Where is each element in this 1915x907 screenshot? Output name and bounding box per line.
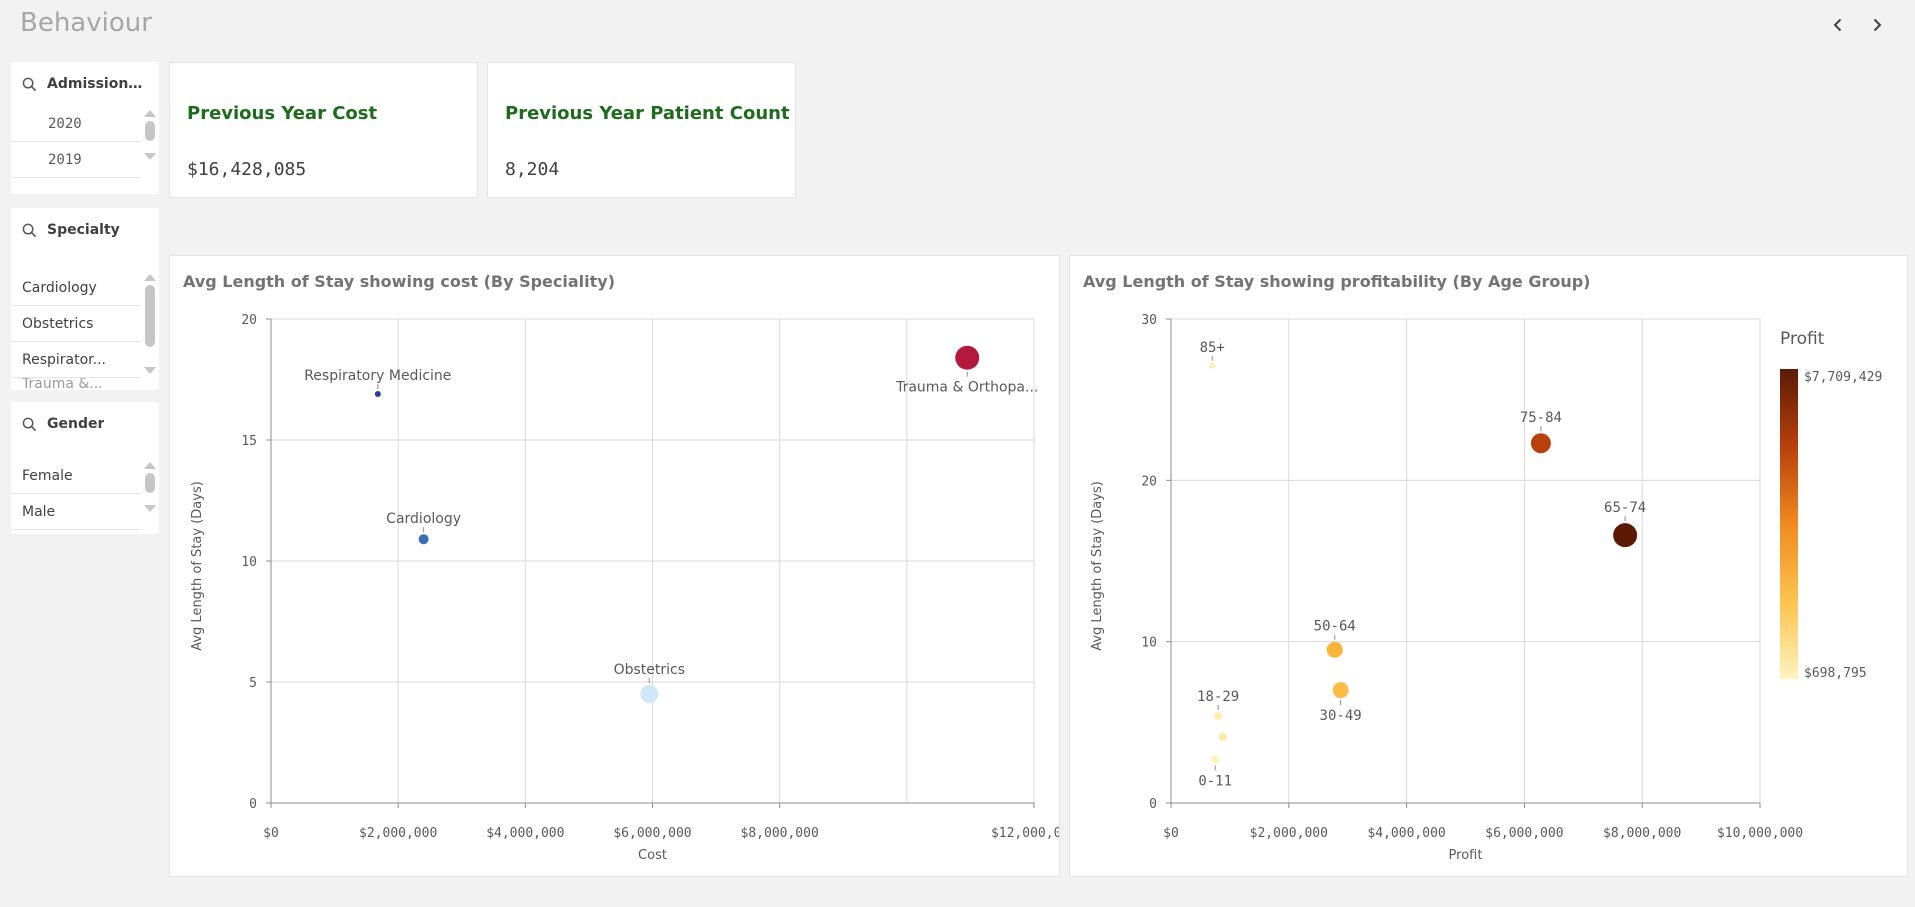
point-label: Respiratory Medicine xyxy=(304,368,451,384)
filter-option[interactable]: Obstetrics xyxy=(11,306,141,342)
legend-max-label: $7,709,429 xyxy=(1804,370,1882,385)
y-tick-label: 5 xyxy=(249,676,257,691)
point-label: Obstetrics xyxy=(614,662,685,678)
y-tick-label: 0 xyxy=(1149,797,1157,812)
filter-header[interactable]: Admission ... xyxy=(11,62,159,106)
y-tick-label: 20 xyxy=(1141,474,1157,489)
x-tick-label: $4,000,000 xyxy=(486,826,564,841)
point-label: 18-29 xyxy=(1197,689,1239,705)
filter-admission-year[interactable]: Admission ... 2020 2019 xyxy=(11,62,159,194)
x-tick-label: $0 xyxy=(1163,826,1179,841)
x-tick-label: $8,000,000 xyxy=(741,826,819,841)
next-sheet-button[interactable] xyxy=(1862,10,1892,40)
y-tick-label: 0 xyxy=(249,797,257,812)
data-point xyxy=(1530,433,1551,454)
scroll-up-icon[interactable] xyxy=(144,274,156,281)
y-tick-label: 10 xyxy=(241,555,257,570)
scroll-down-icon[interactable] xyxy=(144,153,156,160)
data-point xyxy=(374,391,381,398)
data-point xyxy=(640,685,659,704)
search-icon xyxy=(22,417,37,431)
filter-option[interactable]: Male xyxy=(11,494,141,530)
data-point xyxy=(418,534,429,545)
kpi-title: Previous Year Patient Count xyxy=(505,103,790,124)
point-label: 50-64 xyxy=(1314,619,1356,635)
point-label: 0-11 xyxy=(1198,773,1232,789)
search-icon xyxy=(22,77,37,91)
scroll-thumb[interactable] xyxy=(145,121,155,141)
scroll-up-icon[interactable] xyxy=(144,110,156,117)
data-point xyxy=(955,345,980,370)
x-tick-label: $0 xyxy=(263,826,279,841)
filter-option[interactable]: Female xyxy=(11,458,141,494)
search-icon xyxy=(22,223,37,237)
scatter-plot[interactable]: $0 $2,000,000 $4,000,000 $6,000,000 $8,000,0… xyxy=(1070,256,1907,876)
kpi-title: Previous Year Cost xyxy=(187,103,378,124)
data-point xyxy=(1613,523,1638,548)
point-label: 65-74 xyxy=(1604,500,1646,516)
point-label: 75-84 xyxy=(1520,410,1562,426)
data-point xyxy=(1211,755,1220,764)
kpi-previous-year-cost[interactable]: Previous Year Cost $16,428,085 xyxy=(169,62,478,198)
data-point xyxy=(1332,682,1349,699)
previous-sheet-button[interactable] xyxy=(1823,10,1853,40)
filter-label: Specialty xyxy=(47,222,120,238)
legend-color-bar xyxy=(1780,369,1798,679)
data-point xyxy=(1214,711,1223,720)
y-tick-label: 30 xyxy=(1141,313,1157,328)
filter-option[interactable]: 2019 xyxy=(11,142,141,178)
filter-label: Admission ... xyxy=(47,76,147,92)
legend-title: Profit xyxy=(1780,329,1825,349)
y-tick-label: 10 xyxy=(1141,636,1157,651)
chevron-left-icon xyxy=(1833,18,1842,32)
x-tick-label: $6,000,000 xyxy=(1485,826,1563,841)
x-tick-label: $2,000,000 xyxy=(1250,826,1328,841)
filter-specialty[interactable]: Specialty Cardiology Obstetrics Respirat… xyxy=(11,208,159,390)
x-tick-label: $12,000,000 xyxy=(991,826,1059,841)
scrollbar[interactable] xyxy=(144,270,156,378)
kpi-previous-year-patient-count[interactable]: Previous Year Patient Count 8,204 xyxy=(487,62,796,198)
scrollbar[interactable] xyxy=(144,458,156,516)
y-axis-title: Avg Length of Stay (Days) xyxy=(1090,481,1105,651)
filter-label: Gender xyxy=(47,416,105,432)
scroll-thumb[interactable] xyxy=(145,285,155,347)
filter-option[interactable]: Respirator... xyxy=(11,342,141,378)
chart-cost-by-speciality[interactable]: Avg Length of Stay showing cost (By Spec… xyxy=(169,255,1060,877)
point-label: Cardiology xyxy=(386,511,461,527)
y-tick-label: 20 xyxy=(241,313,257,328)
x-axis-title: Cost xyxy=(638,848,667,863)
scroll-thumb[interactable] xyxy=(145,473,155,493)
x-tick-label: $10,000,000 xyxy=(1717,826,1803,841)
y-tick-label: 15 xyxy=(241,434,257,449)
x-tick-label: $8,000,000 xyxy=(1603,826,1681,841)
x-tick-label: $6,000,000 xyxy=(613,826,691,841)
data-point xyxy=(1326,641,1343,658)
y-axis-title: Avg Length of Stay (Days) xyxy=(190,481,205,651)
scroll-down-icon[interactable] xyxy=(144,367,156,374)
filter-option[interactable]: Cardiology xyxy=(11,270,141,306)
point-label: 30-49 xyxy=(1320,708,1362,724)
filter-header[interactable]: Specialty xyxy=(11,208,159,252)
x-axis-title: Profit xyxy=(1449,848,1483,863)
kpi-value: 8,204 xyxy=(505,159,560,180)
point-label: 85+ xyxy=(1200,340,1225,356)
filter-gender[interactable]: Gender Female Male xyxy=(11,402,159,534)
point-label: Trauma & Orthopa... xyxy=(895,380,1038,396)
x-tick-label: $4,000,000 xyxy=(1367,826,1445,841)
data-point xyxy=(1218,732,1227,741)
x-tick-label: $2,000,000 xyxy=(359,826,437,841)
sheet-title: Behaviour xyxy=(20,8,152,38)
scatter-plot[interactable]: $0 $2,000,000 $4,000,000 $6,000,000 $8,000,0… xyxy=(170,256,1059,876)
filter-header[interactable]: Gender xyxy=(11,402,159,446)
kpi-value: $16,428,085 xyxy=(187,159,307,180)
scroll-down-icon[interactable] xyxy=(144,505,156,512)
filter-option[interactable]: Trauma &... xyxy=(11,378,141,390)
filter-option[interactable]: 2020 xyxy=(11,106,141,142)
chevron-right-icon xyxy=(1873,18,1882,32)
scroll-up-icon[interactable] xyxy=(144,462,156,469)
scrollbar[interactable] xyxy=(144,106,156,164)
legend-min-label: $698,795 xyxy=(1804,666,1867,681)
chart-profitability-by-age-group[interactable]: Avg Length of Stay showing profitability… xyxy=(1069,255,1908,877)
data-point xyxy=(1209,362,1216,369)
